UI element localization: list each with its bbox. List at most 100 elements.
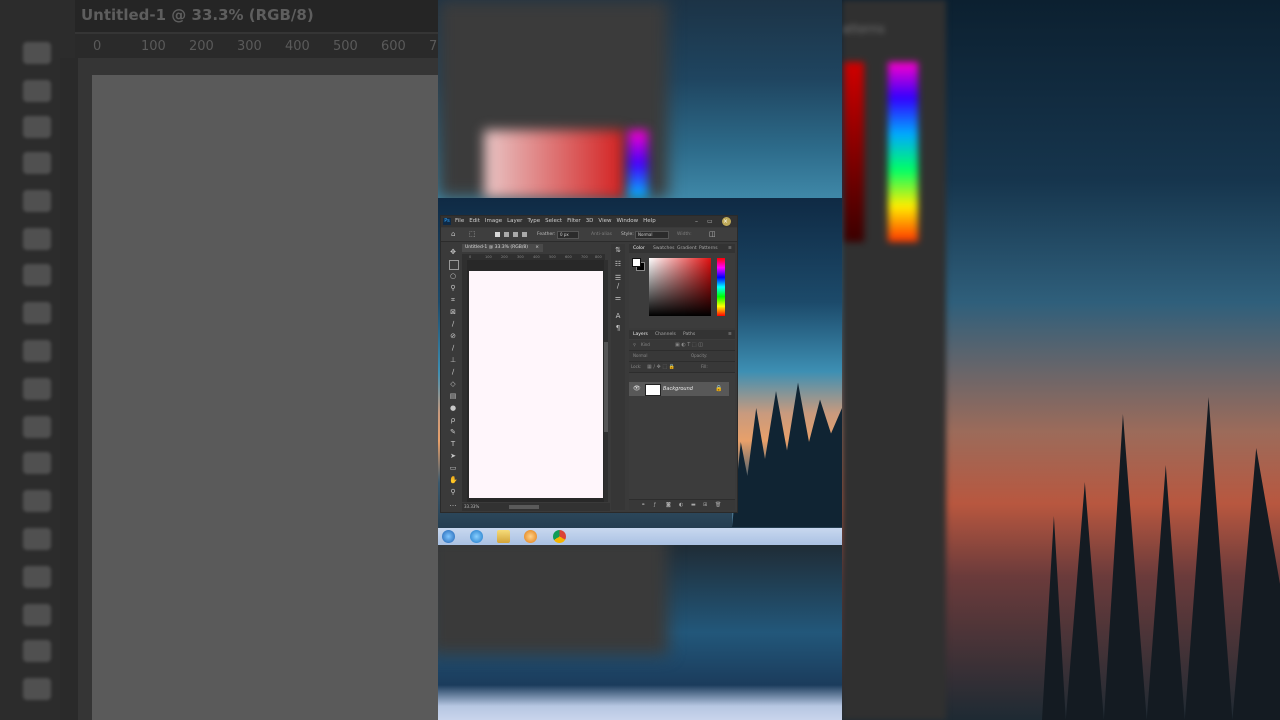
tab-gradient[interactable]: Gradient [677, 244, 697, 253]
color-field[interactable] [649, 258, 711, 316]
quick-selection-icon[interactable]: ⚲ [449, 284, 457, 292]
layer-name[interactable]: Background [663, 382, 693, 396]
more-tools-icon[interactable]: … [449, 500, 457, 508]
brush-settings-icon[interactable]: ⚌ [614, 294, 622, 302]
bg-canvas-area [92, 75, 438, 720]
adjustments-panel-icon[interactable]: ☰ [614, 274, 622, 282]
blend-mode-select[interactable]: Normal [633, 351, 647, 361]
eraser-icon[interactable]: ◇ [449, 380, 457, 388]
menu-view[interactable]: View [598, 216, 611, 227]
paragraph-panel-icon[interactable]: ¶ [614, 324, 622, 332]
bg-tab-title: Untitled-1 @ 33.3% (RGB/8) [81, 6, 314, 24]
tab-color[interactable]: Color [633, 244, 645, 253]
folder-icon[interactable] [497, 530, 510, 543]
photoshop-logo-icon[interactable]: Ps [443, 218, 451, 225]
anti-alias-checkbox[interactable]: Anti-alias [591, 228, 612, 241]
menu-type[interactable]: Type [527, 216, 540, 227]
feather-input[interactable]: 0 px [557, 231, 579, 239]
menu-help[interactable]: Help [643, 216, 656, 227]
blur-icon[interactable]: ● [449, 404, 457, 412]
rectangle-shape-icon[interactable]: ▭ [449, 464, 457, 472]
bg-ruler-tick: 200 [189, 39, 214, 54]
adjustment-layer-icon[interactable]: ◐ [679, 500, 683, 510]
document-tab[interactable]: Untitled-1 @ 33.3% (RGB/8) × [462, 244, 543, 252]
subtract-selection-icon[interactable] [513, 232, 518, 237]
brush-panel-icon[interactable]: ∕ [614, 282, 622, 290]
new-layer-icon[interactable]: ⊞ [703, 500, 707, 510]
tab-channels[interactable]: Channels [655, 330, 676, 339]
filter-search-icon[interactable]: ⚲ [633, 340, 636, 350]
menu-image[interactable]: Image [485, 216, 502, 227]
photoshop-window[interactable]: Ps File Edit Image Layer Type Select Fil… [440, 215, 738, 513]
menu-edit[interactable]: Edit [469, 216, 480, 227]
move-tool-icon[interactable]: ✥ [449, 248, 457, 256]
frame-icon[interactable]: ⊠ [449, 308, 457, 316]
style-select[interactable]: Normal [635, 231, 669, 239]
menu-3d[interactable]: 3D [586, 216, 594, 227]
crop-icon[interactable]: ⌗ [449, 296, 457, 304]
hand-icon[interactable]: ✋ [449, 476, 458, 484]
panel-menu-icon[interactable]: ≡ [728, 330, 732, 339]
minimize-button[interactable]: – [695, 217, 698, 226]
dodge-icon[interactable]: ρ [449, 416, 457, 424]
start-orb-icon[interactable] [442, 530, 455, 543]
brush-icon[interactable]: ∕ [449, 344, 457, 352]
clone-stamp-icon[interactable]: ⊥ [449, 356, 457, 364]
delete-layer-icon[interactable]: 🗑 [715, 500, 721, 510]
scrollbar-thumb[interactable] [604, 342, 608, 432]
layers-panel: Layers Channels Paths ≡ ⚲ Kind ▣ ◐ T ⬚ ◫… [629, 330, 735, 510]
new-group-icon[interactable]: ▬ [691, 500, 696, 510]
visibility-eye-icon[interactable]: 👁 [633, 385, 641, 393]
pen-icon[interactable]: ✎ [449, 428, 457, 436]
type-icon[interactable]: T [449, 440, 457, 448]
menu-filter[interactable]: Filter [567, 216, 581, 227]
lock-options-icons[interactable]: ▦ ∕ ✥ ⬚ 🔒 [647, 362, 675, 372]
eyedropper-icon[interactable]: ∕ [449, 320, 457, 328]
hue-slider[interactable] [717, 258, 725, 316]
horizontal-scrollbar-thumb[interactable] [509, 505, 539, 509]
ie-icon[interactable] [470, 530, 483, 543]
intersect-selection-icon[interactable] [522, 232, 527, 237]
gradient-icon[interactable]: ▤ [449, 392, 457, 400]
tab-paths[interactable]: Paths [683, 330, 695, 339]
character-panel-icon[interactable]: A [614, 312, 622, 320]
layer-row-background[interactable]: 👁 Background 🔒 [629, 382, 729, 396]
close-button[interactable]: × [723, 217, 728, 226]
menu-window[interactable]: Window [616, 216, 638, 227]
menu-select[interactable]: Select [545, 216, 562, 227]
bg-hue-slider [888, 62, 918, 242]
zoom-icon[interactable]: ⚲ [449, 488, 457, 496]
add-mask-icon[interactable]: ◙ [666, 500, 671, 510]
panel-menu-icon[interactable]: ≡ [728, 244, 732, 253]
home-icon[interactable]: ⌂ [451, 228, 455, 241]
vertical-scrollbar[interactable] [604, 260, 608, 502]
tab-layers[interactable]: Layers [633, 330, 648, 339]
new-selection-icon[interactable] [495, 232, 500, 237]
rectangular-marquee-icon[interactable] [449, 260, 459, 270]
history-panel-icon[interactable]: ⇅ [614, 246, 622, 254]
link-layers-icon[interactable]: ⚭ [641, 500, 645, 510]
close-tab-icon[interactable]: × [535, 244, 539, 252]
opacity-label: Opacity: [691, 353, 708, 358]
document-canvas[interactable] [469, 271, 603, 498]
zoom-level[interactable]: 33.33% [464, 504, 479, 509]
history-brush-icon[interactable]: ∕ [449, 368, 457, 376]
properties-panel-icon[interactable]: ☷ [614, 260, 622, 268]
healing-brush-icon[interactable]: ⊘ [449, 332, 457, 340]
layer-style-icon[interactable]: ƒ [654, 500, 656, 510]
select-mask-icon[interactable]: ◫ [709, 228, 716, 241]
menu-file[interactable]: File [455, 216, 464, 227]
filter-type-icons[interactable]: ▣ ◐ T ⬚ ◫ [675, 340, 703, 350]
maximize-button[interactable]: ▭ [707, 217, 713, 226]
media-player-icon[interactable] [524, 530, 537, 543]
tab-swatches[interactable]: Swatches [653, 244, 675, 253]
marquee-preset-icon[interactable]: ⬚ [469, 228, 476, 241]
menu-layer[interactable]: Layer [507, 216, 522, 227]
chrome-icon[interactable] [553, 530, 566, 543]
tab-patterns[interactable]: Patterns [699, 244, 718, 253]
add-selection-icon[interactable] [504, 232, 509, 237]
lasso-icon[interactable]: ○ [449, 272, 457, 280]
path-selection-icon[interactable]: ➤ [449, 452, 457, 460]
layer-filter-kind[interactable]: Kind [641, 340, 650, 350]
foreground-color-swatch[interactable] [632, 258, 641, 267]
